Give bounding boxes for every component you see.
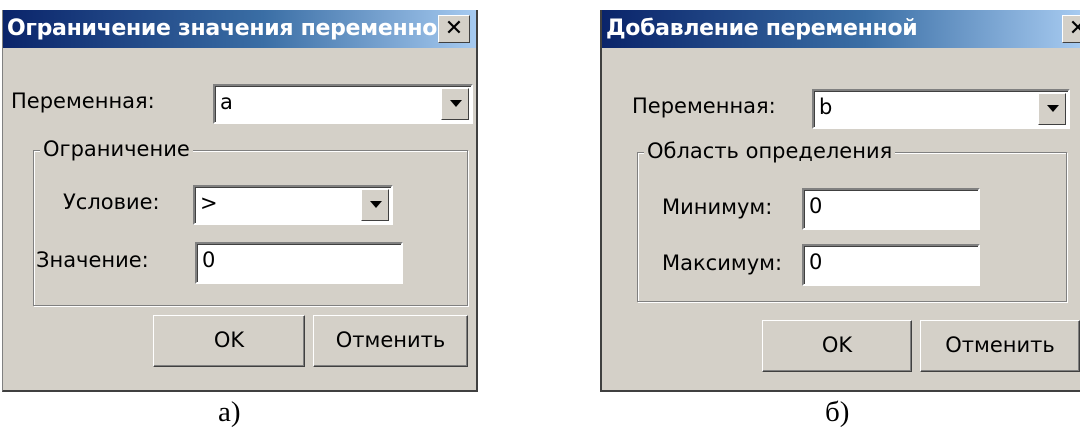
close-button[interactable]: ✕ xyxy=(1062,15,1080,43)
variable-label: Переменная: xyxy=(632,94,776,118)
title-bar: Добавление переменной ✕ xyxy=(602,10,1080,48)
dialog-title: Добавление переменной xyxy=(606,16,918,41)
value-input-text: 0 xyxy=(202,248,216,272)
variable-label: Переменная: xyxy=(11,89,155,113)
cancel-button[interactable]: Отменить xyxy=(313,315,468,367)
caption-a: а) xyxy=(218,396,241,428)
close-button[interactable]: ✕ xyxy=(438,15,470,43)
caption-b: б) xyxy=(825,396,850,428)
chevron-down-icon xyxy=(1047,105,1059,112)
domain-group-label: Область определения xyxy=(644,139,896,163)
condition-dropdown-button[interactable] xyxy=(361,189,389,221)
ok-button[interactable]: OK xyxy=(762,320,912,372)
variable-select-value: a xyxy=(220,90,233,114)
min-label: Минимум: xyxy=(662,195,773,219)
value-label: Значение: xyxy=(36,248,149,272)
dialog-title: Ограничение значения переменной xyxy=(7,16,453,41)
title-bar: Ограничение значения переменной ✕ xyxy=(3,10,476,48)
min-input-text: 0 xyxy=(809,194,823,218)
condition-select-value: > xyxy=(200,191,218,215)
variable-select[interactable]: b xyxy=(812,89,1070,129)
max-label: Максимум: xyxy=(662,251,783,275)
min-input[interactable]: 0 xyxy=(802,188,980,230)
max-input[interactable]: 0 xyxy=(802,244,980,286)
chevron-down-icon xyxy=(370,201,382,208)
dialog-add-variable: Добавление переменной ✕ Переменная: b Об… xyxy=(600,10,1080,392)
variable-dropdown-button[interactable] xyxy=(441,88,469,120)
dialog-restrict-variable: Ограничение значения переменной ✕ Переме… xyxy=(2,10,478,392)
max-input-text: 0 xyxy=(809,250,823,274)
cancel-button[interactable]: Отменить xyxy=(920,320,1080,372)
variable-select[interactable]: a xyxy=(213,84,473,124)
ok-button[interactable]: OK xyxy=(153,315,305,367)
variable-select-value: b xyxy=(819,95,833,119)
condition-select[interactable]: > xyxy=(193,185,393,225)
condition-label: Условие: xyxy=(63,190,160,214)
variable-dropdown-button[interactable] xyxy=(1038,93,1066,125)
constraint-group-label: Ограничение xyxy=(40,137,193,161)
value-input[interactable]: 0 xyxy=(195,242,403,284)
chevron-down-icon xyxy=(450,100,462,107)
